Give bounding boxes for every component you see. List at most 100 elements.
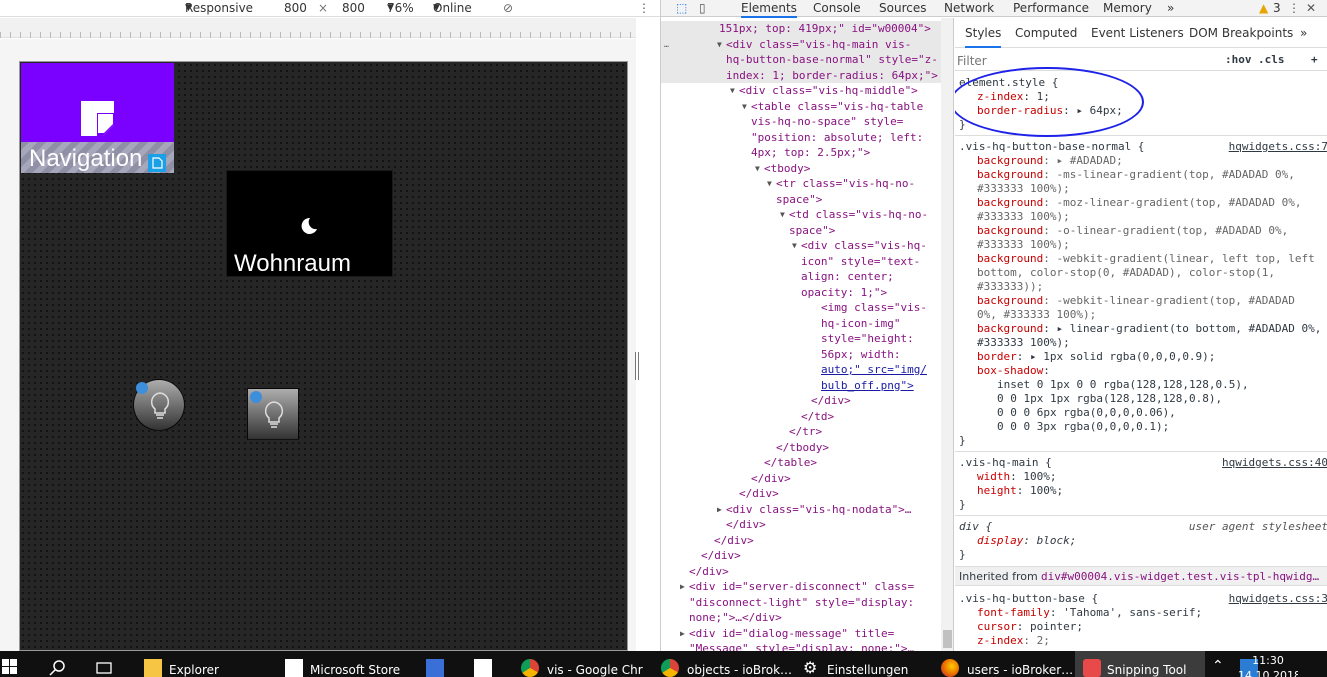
css-property-value[interactable]: : -webkit-linear-gradient(top, #ADADAD [1043, 294, 1295, 307]
dom-node-line[interactable]: </div> [661, 471, 941, 487]
style-line-text[interactable]: background: -webkit-linear-gradient(top,… [977, 294, 1295, 308]
css-property-name[interactable]: border [977, 350, 1017, 363]
style-line-text[interactable]: inset 0 1px 0 0 rgba(128,128,128,0.5), [997, 378, 1249, 392]
windows-start-icon[interactable] [2, 659, 18, 675]
taskbar-item-mail[interactable] [466, 651, 506, 677]
taskbar-item-microsoft-store[interactable]: Microsoft Store [283, 651, 415, 677]
dom-node-line[interactable]: ▶ <div id="dialog-message" title= [661, 626, 941, 642]
css-property-name[interactable]: box-shadow [977, 364, 1043, 377]
style-line[interactable]: height: 100%; [955, 484, 1327, 498]
warning-icon[interactable]: ▲ [1259, 0, 1268, 16]
style-line[interactable]: background: -moz-linear-gradient(top, #A… [955, 196, 1327, 210]
tab-dom-breakpoints[interactable]: DOM Breakpoints [1189, 26, 1293, 40]
dom-node-line[interactable]: </div> [661, 548, 941, 564]
style-line-text[interactable]: background: ▸ #ADADAD; [977, 154, 1123, 168]
style-line[interactable]: background: -webkit-gradient(linear, lef… [955, 252, 1327, 266]
close-icon[interactable]: ✕ [1306, 0, 1316, 16]
device-toggle-icon[interactable]: ▯ [699, 0, 706, 16]
css-property-value[interactable]: : ▸ linear-gradient(to bottom, #ADADAD 0… [1043, 322, 1321, 335]
dom-node-line[interactable]: ▶ <div class="vis-hq-nodata">… [661, 502, 941, 518]
ellipsis-icon[interactable]: … [664, 37, 669, 53]
dom-node-line[interactable]: 4px; top: 2.5px;"> [661, 145, 941, 161]
dom-node-line[interactable]: style="height: [661, 331, 941, 347]
dom-node-line[interactable]: <img class="vis- [661, 300, 941, 316]
style-line-text[interactable]: 0 0 1px 1px rgba(128,128,128,0.8), [997, 392, 1222, 406]
style-line[interactable]: #333333 100%); [955, 238, 1327, 252]
dom-node-line[interactable]: hq-icon-img" [661, 316, 941, 332]
style-line-text[interactable]: #333333)); [977, 280, 1043, 294]
taskbar-item-firefox-users[interactable]: users - ioBroker… [935, 651, 1075, 677]
dom-node-line[interactable]: icon" style="text- [661, 254, 941, 270]
task-view-icon[interactable] [95, 659, 113, 677]
search-icon[interactable] [49, 659, 67, 677]
style-line[interactable]: cursor: pointer; [955, 620, 1327, 634]
css-property-value[interactable]: : -o-linear-gradient(top, #ADADAD 0%, [1043, 224, 1288, 237]
css-property-name[interactable]: background [977, 168, 1043, 181]
tab-console[interactable]: Console [813, 0, 861, 16]
expand-triangle-icon[interactable]: ▼ [717, 37, 722, 53]
style-line[interactable]: background: -o-linear-gradient(top, #ADA… [955, 224, 1327, 238]
tab-sources[interactable]: Sources [879, 0, 926, 16]
hover-state-toggle[interactable]: :hov [1225, 53, 1252, 67]
style-line[interactable]: background: -ms-linear-gradient(top, #AD… [955, 168, 1327, 182]
dom-node-line[interactable]: … ▼ <div class="vis-hq-main vis- [661, 36, 941, 53]
style-line-text[interactable]: #333333 100%); [977, 210, 1070, 224]
style-line-text[interactable]: 0%, #333333 100%); [977, 308, 1096, 322]
style-line[interactable]: width: 100%; [955, 470, 1327, 484]
taskbar-item-einstellungen[interactable]: ⚙ Einstellungen [795, 651, 935, 677]
style-line[interactable]: bottom, color-stop(0, #ADADAD), color-st… [955, 266, 1327, 280]
expand-triangle-icon[interactable]: ▼ [742, 99, 747, 115]
dom-node-line[interactable]: "disconnect-light" style="display: [661, 595, 941, 611]
dom-node-line[interactable]: opacity: 1;"> [661, 285, 941, 301]
inspect-element-icon[interactable]: ⬚ [676, 0, 687, 16]
css-property-name[interactable]: font-family [977, 606, 1050, 619]
css-property-name[interactable]: background [977, 294, 1043, 307]
dom-node-line[interactable]: "Message" style="display: none;">… [661, 641, 941, 651]
dom-node-line[interactable]: </div> [661, 533, 941, 549]
stylesheet-link[interactable]: hqwidgets.css:7 [1229, 140, 1327, 154]
style-line-text[interactable]: bottom, color-stop(0, #ADADAD), color-st… [977, 266, 1275, 280]
style-line[interactable]: #333333)); [955, 280, 1327, 294]
css-property-name[interactable]: background [977, 224, 1043, 237]
style-line-text[interactable]: #333333 100%); [977, 336, 1070, 350]
style-line-text[interactable]: background: -ms-linear-gradient(top, #AD… [977, 168, 1295, 182]
elements-scrollbar[interactable] [941, 18, 953, 651]
style-line-text[interactable]: #333333 100%); [977, 238, 1070, 252]
scrollbar-thumb[interactable] [943, 630, 952, 648]
clock[interactable]: 11:30 14.10.2018 [1238, 651, 1298, 677]
style-line-text[interactable]: background: -webkit-gradient(linear, lef… [977, 252, 1315, 266]
taskbar-item-explorer[interactable]: Explorer [142, 651, 282, 677]
style-line[interactable]: background: -webkit-linear-gradient(top,… [955, 294, 1327, 308]
dom-node-line[interactable]: none;">…</div> [661, 610, 941, 626]
height-input[interactable]: 800 [342, 0, 365, 16]
style-line[interactable]: 0%, #333333 100%); [955, 308, 1327, 322]
style-line-text[interactable]: 0 0 0 3px rgba(0,0,0,0.1); [997, 420, 1169, 434]
css-property-value[interactable]: : 2; [1023, 634, 1050, 647]
style-line-text[interactable]: height: 100%; [977, 484, 1063, 498]
rotate-icon[interactable]: ⊘ [503, 0, 513, 16]
style-line[interactable]: box-shadow: [955, 364, 1327, 378]
css-property-name[interactable]: width [977, 470, 1010, 483]
dom-node-line[interactable]: hq-button-base-normal" style="z- [661, 52, 941, 68]
style-line[interactable]: 0 0 0 6px rgba(0,0,0,0.06), [955, 406, 1327, 420]
dom-node-line[interactable]: 56px; width: [661, 347, 941, 363]
style-line[interactable]: background: ▸ linear-gradient(to bottom,… [955, 322, 1327, 336]
style-line[interactable]: #333333 100%); [955, 182, 1327, 196]
expand-triangle-icon[interactable]: ▼ [792, 238, 797, 254]
dom-node-line[interactable]: ▼ <div class="vis-hq-middle"> [661, 83, 941, 99]
stylesheet-link[interactable]: hqwidgets.css:40 [1222, 456, 1327, 470]
width-input[interactable]: 800 [284, 0, 307, 16]
taskbar-item-chrome-objects[interactable]: objects - ioBrok… [655, 651, 795, 677]
style-line[interactable]: #333333 100%); [955, 336, 1327, 350]
tab-memory[interactable]: Memory [1103, 0, 1152, 16]
tab-network[interactable]: Network [944, 0, 994, 16]
css-property-value[interactable]: : 100%; [1010, 470, 1056, 483]
dom-node-line[interactable]: </table> [661, 455, 941, 471]
css-property-name[interactable]: background [977, 154, 1043, 167]
style-line[interactable]: inset 0 1px 0 0 rgba(128,128,128,0.5), [955, 378, 1327, 392]
wohnraum-tile[interactable]: Wohnraum [226, 170, 393, 277]
tab-performance[interactable]: Performance [1013, 0, 1089, 16]
dom-node-line[interactable]: </div> [661, 486, 941, 502]
dom-node-line[interactable]: align: center; [661, 269, 941, 285]
dom-node-line[interactable]: </tr> [661, 424, 941, 440]
